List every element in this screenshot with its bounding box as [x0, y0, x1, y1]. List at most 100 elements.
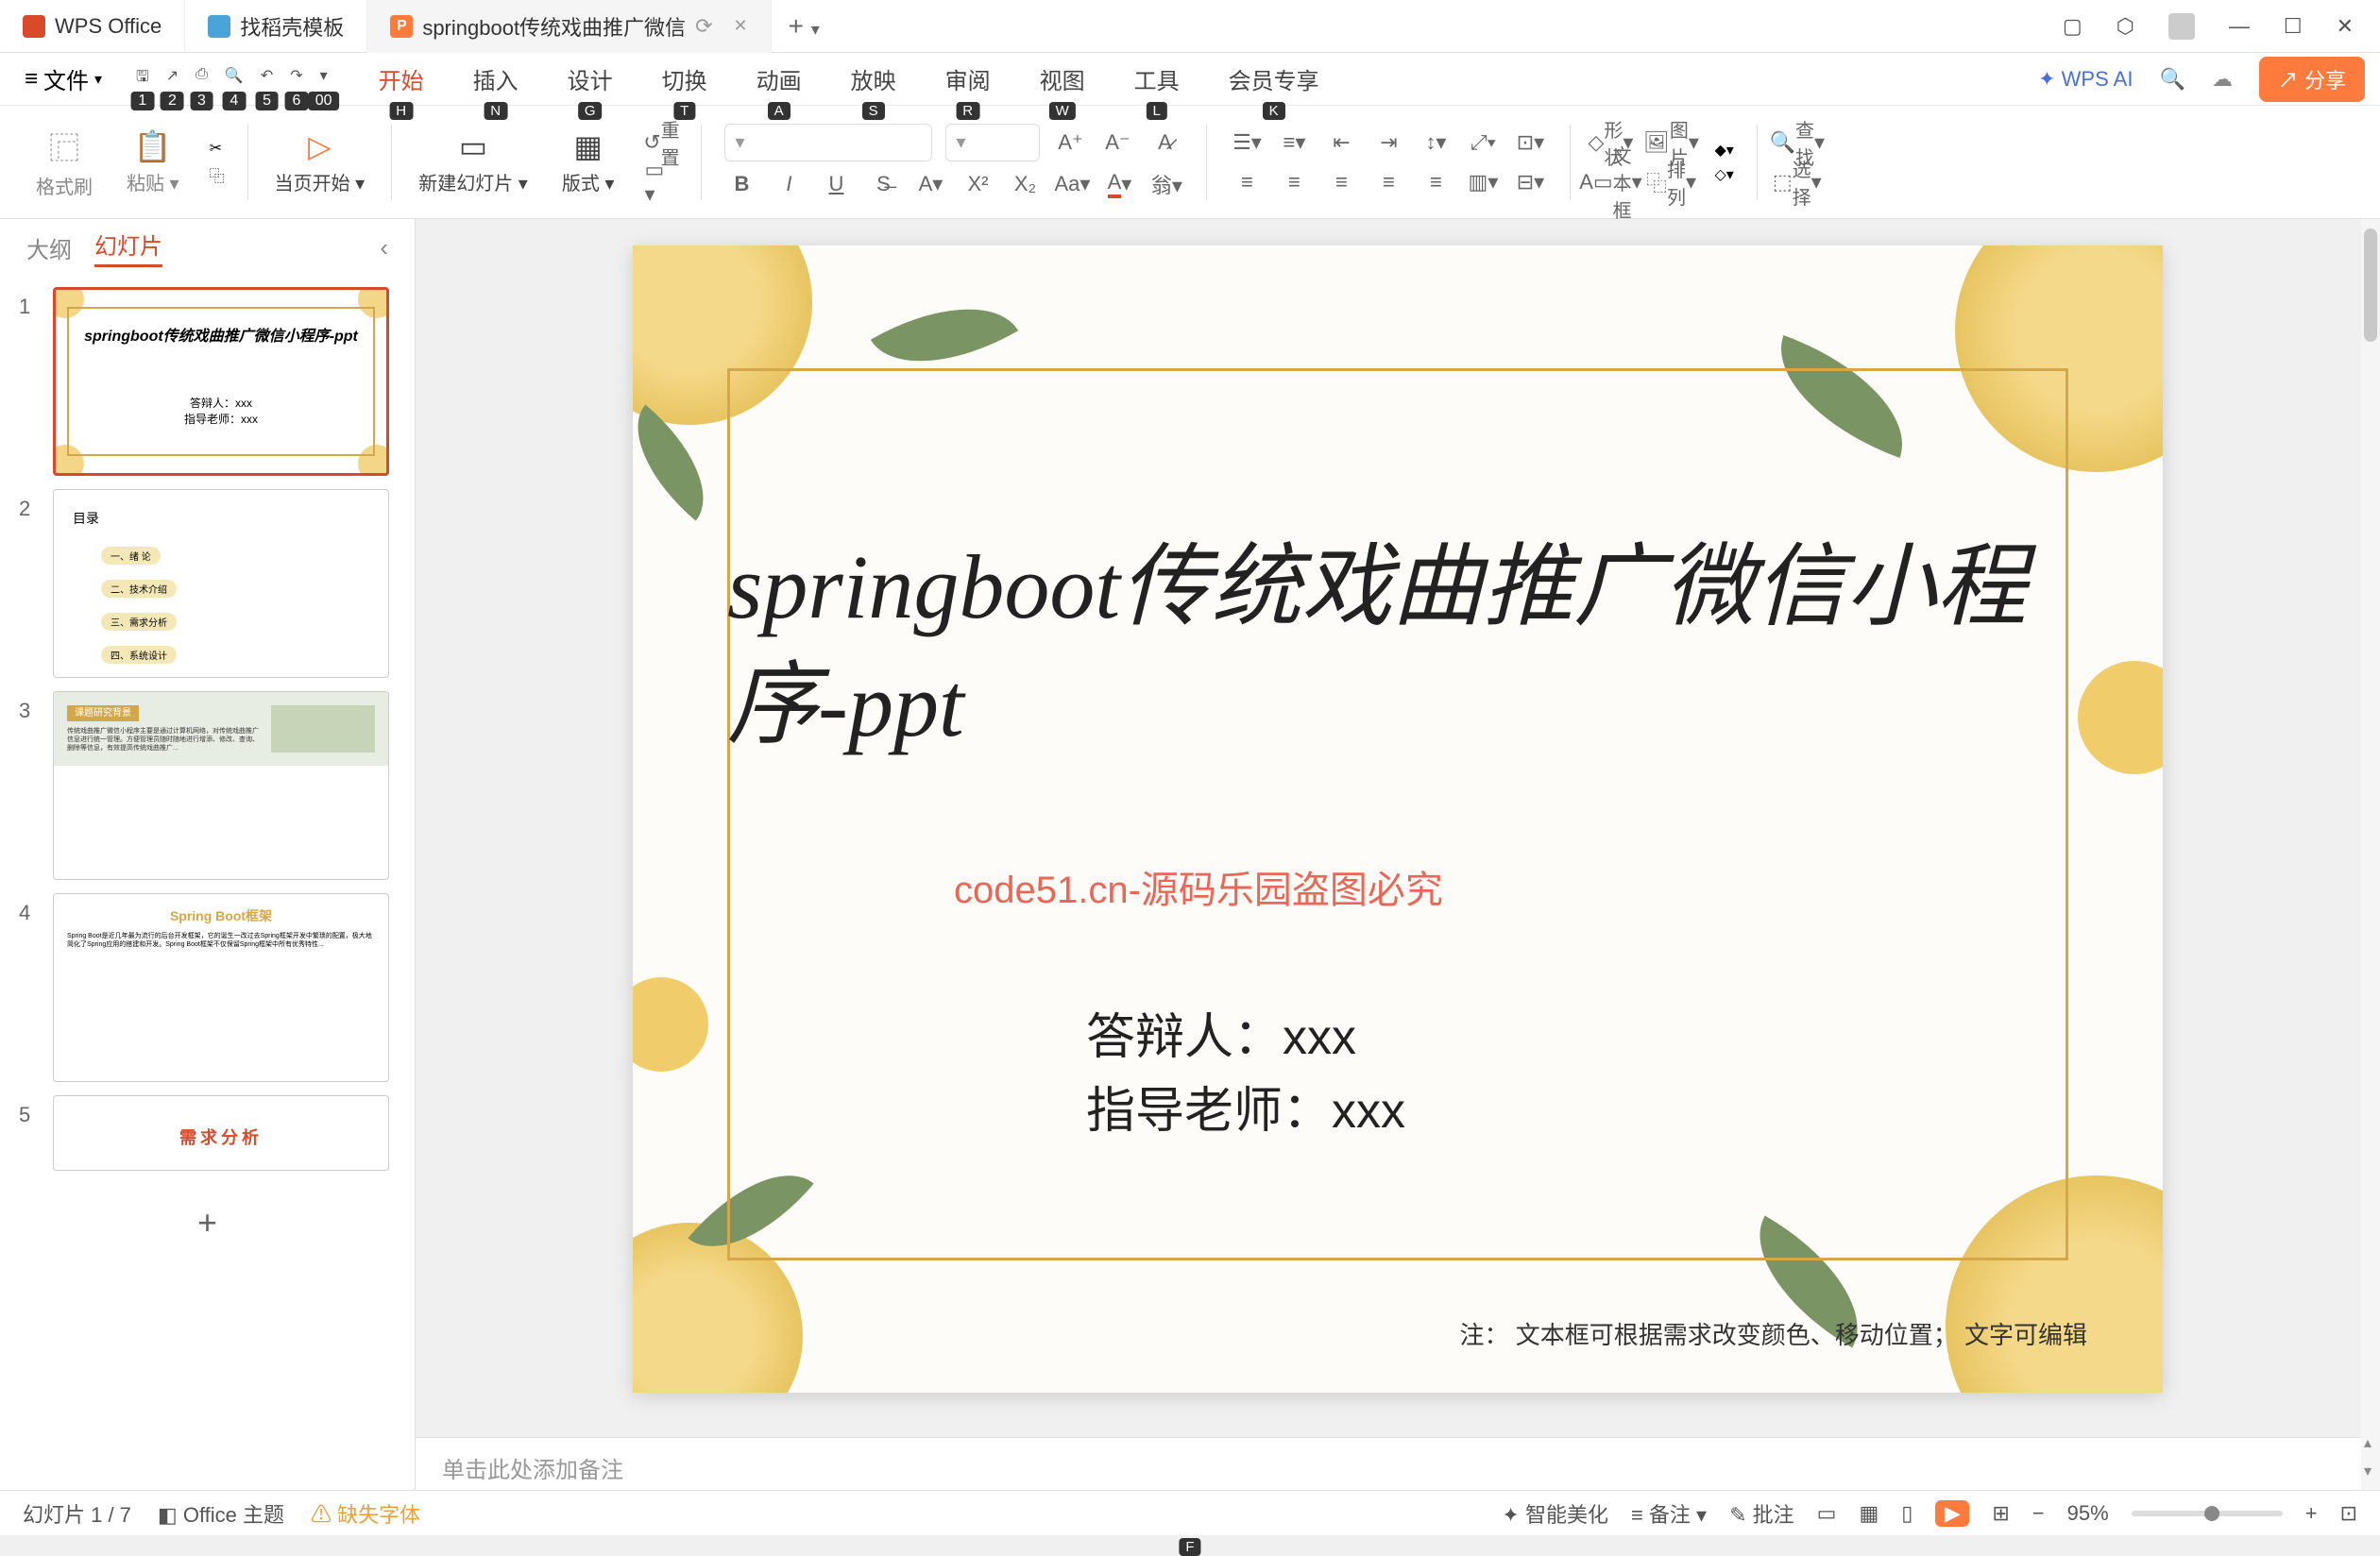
- add-slide-button[interactable]: +: [19, 1184, 396, 1261]
- shape-outline-icon[interactable]: ◇▾: [1714, 165, 1733, 184]
- export-icon[interactable]: ↗2: [166, 66, 178, 92]
- text-direction-icon[interactable]: ⤢▾: [1466, 126, 1500, 160]
- align-left-icon[interactable]: ≡: [1230, 165, 1264, 199]
- avatar[interactable]: [2168, 13, 2195, 40]
- thumbnail-2[interactable]: 目录 一、绪 论 二、技术介绍 三、需求分析 四、系统设计: [53, 489, 389, 678]
- highlight-icon[interactable]: A▾: [913, 167, 947, 201]
- numbering-icon[interactable]: ≡▾: [1277, 126, 1311, 160]
- reset-button[interactable]: ↺ 重置: [644, 126, 678, 160]
- print-icon[interactable]: ⎙3: [196, 66, 208, 92]
- missing-font-warning[interactable]: ⚠ 缺失字体: [311, 1498, 420, 1529]
- align-right-icon[interactable]: ≡: [1324, 165, 1358, 199]
- align-center-icon[interactable]: ≡: [1277, 165, 1311, 199]
- bullets-icon[interactable]: ☰▾: [1230, 126, 1264, 160]
- cube-icon[interactable]: ⬡: [2116, 14, 2134, 39]
- tab-view[interactable]: 视图W: [1034, 59, 1091, 99]
- wps-ai-button[interactable]: ✦ WPS AI: [2038, 67, 2133, 92]
- zoom-level[interactable]: 95%: [2067, 1501, 2109, 1526]
- save-icon[interactable]: 🖫1: [136, 66, 149, 92]
- zoom-out-icon[interactable]: −: [2032, 1501, 2045, 1526]
- thumbnail-1[interactable]: springboot传统戏曲推广微信小程序-ppt 答辩人：xxx指导老师：xx…: [53, 287, 389, 476]
- cloud-icon[interactable]: ☁: [2212, 67, 2233, 92]
- underline-icon[interactable]: U: [819, 167, 853, 201]
- sorter-view-icon[interactable]: ▦: [1859, 1501, 1878, 1526]
- vertical-scrollbar[interactable]: ▴▾: [2361, 219, 2380, 1490]
- theme-label[interactable]: ◧ Office 主题: [158, 1498, 284, 1529]
- decrease-indent-icon[interactable]: ⇤: [1324, 126, 1358, 160]
- superscript-icon[interactable]: X²: [960, 167, 994, 201]
- collapse-panel-icon[interactable]: ‹: [380, 233, 388, 262]
- font-color-icon[interactable]: A▾: [1102, 167, 1136, 201]
- line-spacing-icon[interactable]: ↕▾: [1419, 126, 1453, 160]
- maximize-icon[interactable]: ☐: [2284, 14, 2303, 39]
- thumbnail-4[interactable]: Spring Boot框架Spring Boot是近几年最为流行的后台开发框架，…: [53, 893, 389, 1082]
- thumbnail-5[interactable]: 需求分析: [53, 1095, 389, 1171]
- tab-member[interactable]: 会员专享K: [1223, 59, 1325, 99]
- normal-view-icon[interactable]: ▭: [1817, 1501, 1837, 1526]
- refresh-icon[interactable]: ⟳: [695, 14, 712, 39]
- grid-view-icon[interactable]: ⊞: [1992, 1501, 2009, 1526]
- decrease-font-icon[interactable]: A⁻: [1100, 126, 1134, 160]
- tab-review[interactable]: 审阅R: [940, 59, 996, 99]
- close-icon[interactable]: ✕: [734, 16, 748, 36]
- minimize-icon[interactable]: —: [2229, 14, 2250, 39]
- tab-tools[interactable]: 工具L: [1129, 59, 1185, 99]
- more-qat-icon[interactable]: ▾00: [320, 66, 328, 92]
- tab-current-file[interactable]: P springboot传统戏曲推广微信 ⟳ ✕: [367, 0, 771, 53]
- close-window-icon[interactable]: ✕: [2337, 14, 2354, 39]
- smart-beautify-button[interactable]: ✦ 智能美化: [1502, 1498, 1608, 1529]
- add-tab-button[interactable]: + ▾: [772, 11, 837, 42]
- tab-home[interactable]: 开始H: [373, 59, 430, 99]
- from-current-button[interactable]: ▷当页开始 ▾: [262, 128, 379, 195]
- text-effects-icon[interactable]: 翁▾: [1149, 167, 1183, 201]
- vertical-align-icon[interactable]: ⊟▾: [1513, 165, 1547, 199]
- clear-format-icon[interactable]: A̷: [1148, 126, 1182, 160]
- comments-toggle[interactable]: ✎ 批注: [1729, 1498, 1794, 1529]
- shape-fill-icon[interactable]: ◆▾: [1714, 141, 1733, 160]
- new-slide-button[interactable]: ▭新建幻灯片 ▾: [405, 128, 541, 195]
- slide-counter[interactable]: 幻灯片 1 / 7: [23, 1498, 131, 1529]
- align-text-icon[interactable]: ⊡▾: [1513, 126, 1547, 160]
- italic-icon[interactable]: I: [772, 167, 806, 201]
- slideshow-icon[interactable]: ▶: [1935, 1500, 1969, 1527]
- notes-toggle[interactable]: ≡ 备注 ▾: [1631, 1498, 1707, 1529]
- layout-button[interactable]: ▦版式 ▾: [549, 128, 628, 195]
- columns-icon[interactable]: ▥▾: [1466, 165, 1500, 199]
- increase-indent-icon[interactable]: ⇥: [1371, 126, 1405, 160]
- thumbnail-list[interactable]: 1 springboot传统戏曲推广微信小程序-ppt 答辩人：xxx指导老师：…: [0, 276, 415, 1490]
- slide-canvas[interactable]: springboot传统戏曲推广微信小程序-ppt code51.cn-源码乐园…: [633, 245, 2163, 1393]
- arrange-button[interactable]: ⿻ 排列 ▾: [1654, 165, 1688, 199]
- tab-insert[interactable]: 插入N: [468, 59, 524, 99]
- apps-icon[interactable]: ▢: [2063, 14, 2082, 39]
- subscript-icon[interactable]: X₂: [1008, 167, 1042, 201]
- reading-view-icon[interactable]: ▯: [1901, 1501, 1912, 1526]
- font-family-select[interactable]: ▾: [724, 124, 932, 161]
- tab-templates[interactable]: 找稻壳模板: [185, 0, 367, 53]
- undo-icon[interactable]: ↶5: [261, 66, 273, 92]
- tab-animation[interactable]: 动画A: [751, 59, 808, 99]
- canvas-viewport[interactable]: springboot传统戏曲推广微信小程序-ppt code51.cn-源码乐园…: [416, 219, 2380, 1437]
- slide-info-text[interactable]: 答辩人：xxx 指导老师：xxx: [1086, 1001, 1405, 1148]
- tab-design[interactable]: 设计G: [562, 59, 619, 99]
- section-button[interactable]: ▭ ▾: [644, 165, 678, 199]
- redo-icon[interactable]: ↷6: [290, 66, 302, 92]
- slide-title-text[interactable]: springboot传统戏曲推广微信小程序-ppt: [727, 529, 2068, 765]
- cut-icon[interactable]: ✂: [210, 139, 225, 158]
- justify-icon[interactable]: ≡: [1371, 165, 1405, 199]
- file-menu[interactable]: ≡ 文件 ▾ F: [15, 59, 111, 99]
- zoom-slider[interactable]: [2132, 1511, 2283, 1516]
- copy-icon[interactable]: ⿻: [210, 163, 225, 186]
- select-button[interactable]: ⬚ 选择 ▾: [1780, 165, 1814, 199]
- tab-slideshow[interactable]: 放映S: [845, 59, 902, 99]
- format-painter-button[interactable]: ⿸格式刷: [23, 125, 106, 199]
- strikethrough-icon[interactable]: S̶: [866, 167, 900, 201]
- font-size-select[interactable]: ▾: [945, 124, 1040, 161]
- tab-wps-office[interactable]: WPS Office: [0, 0, 185, 53]
- distribute-icon[interactable]: ≡: [1419, 165, 1453, 199]
- print-preview-icon[interactable]: 🔍4: [225, 66, 244, 92]
- slides-tab[interactable]: 幻灯片: [94, 228, 162, 267]
- share-button[interactable]: ↗ 分享: [2259, 57, 2365, 102]
- increase-font-icon[interactable]: A⁺: [1053, 126, 1087, 160]
- zoom-in-icon[interactable]: +: [2305, 1501, 2318, 1526]
- slide-footnote[interactable]: 注： 文本框可根据需求改变颜色、移动位置； 文字可编辑: [1460, 1316, 2087, 1351]
